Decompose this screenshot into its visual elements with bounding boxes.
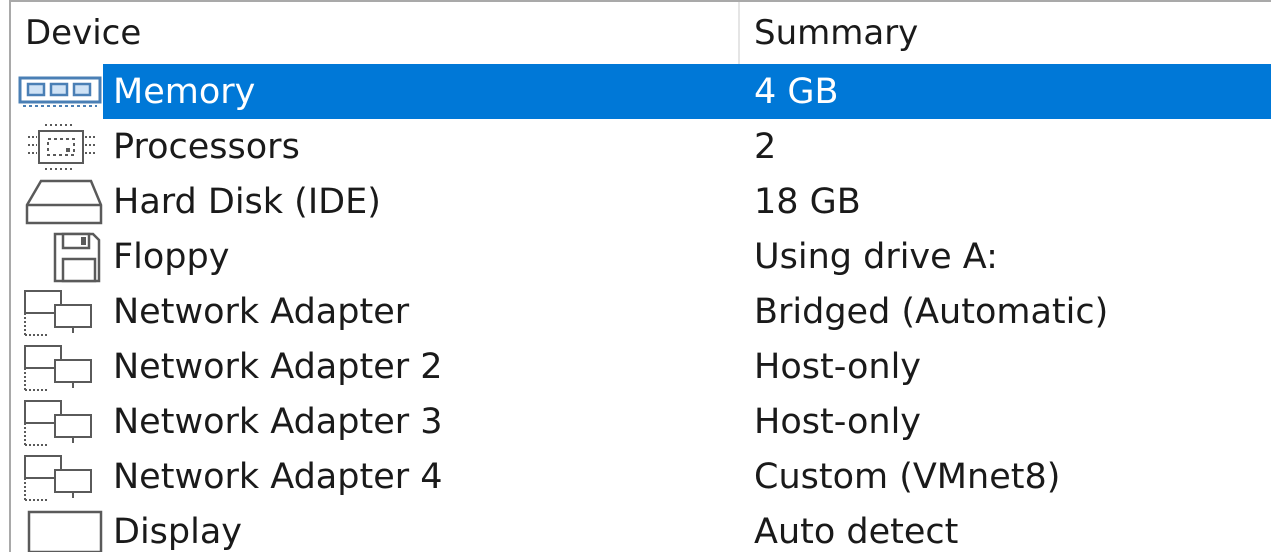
device-name: Hard Disk (IDE) <box>113 181 381 222</box>
device-row-network-adapter-3[interactable]: Network Adapter 3 Host-only <box>11 394 1271 449</box>
device-name: Processors <box>113 126 300 167</box>
device-summary: Host-only <box>754 346 922 387</box>
device-row-network-adapter[interactable]: Network Adapter Bridged (Automatic) <box>11 284 1271 339</box>
device-name: Floppy <box>113 236 230 277</box>
device-summary: Custom (VMnet8) <box>754 456 1061 497</box>
device-name: Network Adapter 2 <box>113 346 443 387</box>
device-name: Display <box>113 511 243 552</box>
device-name: Network Adapter 3 <box>113 401 443 442</box>
device-rows: Memory 4 GB Processors 2 Hard Disk (IDE)… <box>11 64 1271 552</box>
network-adapter-icon <box>15 449 105 504</box>
network-adapter-icon <box>15 284 105 339</box>
device-row-display[interactable]: Display Auto detect <box>11 504 1271 552</box>
floppy-icon <box>15 229 105 284</box>
device-summary: Auto detect <box>754 511 959 552</box>
device-name: Network Adapter <box>113 291 410 332</box>
hard-disk-icon <box>15 174 105 229</box>
device-row-floppy[interactable]: Floppy Using drive A: <box>11 229 1271 284</box>
device-summary: Bridged (Automatic) <box>754 291 1109 332</box>
device-name: Network Adapter 4 <box>113 456 443 497</box>
device-row-processors[interactable]: Processors 2 <box>11 119 1271 174</box>
device-row-hard-disk[interactable]: Hard Disk (IDE) 18 GB <box>11 174 1271 229</box>
device-column-header[interactable]: Device <box>11 2 740 64</box>
network-adapter-icon <box>15 394 105 449</box>
processor-icon <box>15 119 105 174</box>
display-icon <box>15 504 105 552</box>
list-header: Device Summary <box>11 2 1271 64</box>
device-row-network-adapter-4[interactable]: Network Adapter 4 Custom (VMnet8) <box>11 449 1271 504</box>
network-adapter-icon <box>15 339 105 394</box>
device-summary: 18 GB <box>754 181 861 222</box>
device-list: Device Summary Memory 4 GB Processors 2 … <box>9 0 1271 552</box>
memory-icon <box>15 64 105 119</box>
summary-column-header[interactable]: Summary <box>740 2 918 64</box>
device-summary: Host-only <box>754 401 922 442</box>
device-summary: 2 <box>754 126 777 167</box>
device-summary: 4 GB <box>754 71 839 112</box>
device-row-memory[interactable]: Memory 4 GB <box>11 64 1271 119</box>
device-name: Memory <box>113 71 256 112</box>
device-row-network-adapter-2[interactable]: Network Adapter 2 Host-only <box>11 339 1271 394</box>
device-summary: Using drive A: <box>754 236 998 277</box>
